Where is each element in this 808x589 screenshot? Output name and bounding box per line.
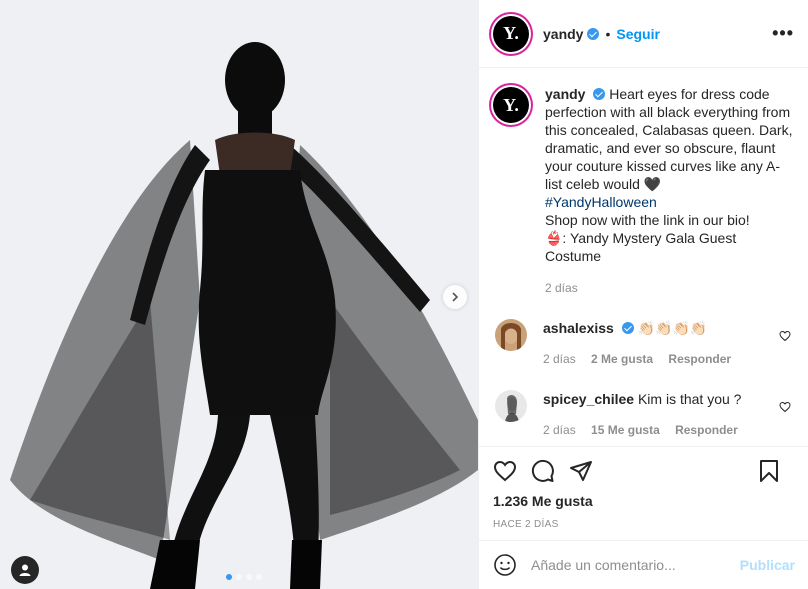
- verified-badge-icon: [621, 322, 634, 334]
- caption-avatar[interactable]: Y.: [493, 87, 529, 123]
- comment-icon[interactable]: [531, 459, 555, 483]
- comment-input[interactable]: [531, 557, 732, 573]
- action-bar: [493, 457, 795, 485]
- comment-meta: 2 días 2 Me gusta Responder: [543, 350, 731, 368]
- caption-text-block: yandy Heart eyes for dress code perfecti…: [545, 85, 795, 297]
- post-panel: Y. yandy • Seguir ••• Y. yandy Heart eye…: [478, 0, 808, 589]
- author-username[interactable]: yandy: [543, 26, 583, 42]
- comment-item: ashalexiss 👏🏻👏🏻👏🏻👏🏻 2 días 2 Me gusta Re…: [493, 319, 795, 368]
- comment-username[interactable]: ashalexiss: [543, 320, 614, 336]
- avatar-photo: [495, 390, 527, 422]
- comment-time: 2 días: [543, 423, 576, 437]
- carousel-dot: [246, 574, 252, 580]
- commenter-avatar[interactable]: [495, 319, 527, 351]
- emoji-icon[interactable]: [493, 553, 517, 577]
- comment-body: spicey_chilee Kim is that you ? 2 días 1…: [543, 390, 741, 439]
- carousel-dot: [256, 574, 262, 580]
- carousel-indicator: [226, 574, 262, 580]
- post-caption: Y. yandy Heart eyes for dress code perfe…: [493, 85, 795, 297]
- caption-product-line: 👙: Yandy Mystery Gala Guest Costume: [545, 230, 737, 264]
- separator: •: [605, 25, 611, 42]
- post-actions: 1.236 Me gusta HACE 2 DÍAS: [479, 446, 808, 530]
- bookmark-icon[interactable]: [757, 459, 781, 483]
- comment-time: 2 días: [543, 352, 576, 366]
- comment-likes[interactable]: 2 Me gusta: [591, 352, 653, 366]
- avatar-logo: Y.: [503, 94, 519, 115]
- comment-text: 👏🏻👏🏻👏🏻👏🏻: [637, 320, 708, 336]
- heart-icon[interactable]: [493, 459, 517, 483]
- like-comment-icon[interactable]: [779, 400, 791, 416]
- post-photo: [0, 0, 478, 589]
- post-timestamp: HACE 2 DÍAS: [493, 519, 559, 530]
- comment-item: spicey_chilee Kim is that you ? 2 días 1…: [493, 390, 795, 439]
- avatar-photo: [495, 319, 527, 351]
- caption-time: 2 días: [545, 281, 578, 295]
- tagged-users-button[interactable]: [11, 556, 39, 584]
- publish-button[interactable]: Publicar: [740, 557, 795, 573]
- post-media[interactable]: [0, 0, 478, 589]
- next-slide-button[interactable]: [443, 285, 467, 309]
- user-icon: [19, 564, 31, 576]
- comment-body: ashalexiss 👏🏻👏🏻👏🏻👏🏻 2 días 2 Me gusta Re…: [543, 319, 731, 368]
- caption-shop-line: Shop now with the link in our bio!: [545, 212, 750, 228]
- reply-button[interactable]: Responder: [675, 423, 738, 437]
- caption-username[interactable]: yandy: [545, 86, 585, 102]
- chevron-right-icon: [452, 292, 459, 302]
- verified-badge-icon: [593, 88, 606, 100]
- add-comment-bar: Publicar: [479, 540, 808, 589]
- comments-section[interactable]: Y. yandy Heart eyes for dress code perfe…: [479, 69, 808, 446]
- carousel-dot: [236, 574, 242, 580]
- follow-button[interactable]: Seguir: [616, 26, 660, 42]
- reply-button[interactable]: Responder: [668, 352, 731, 366]
- comment-meta: 2 días 15 Me gusta Responder: [543, 421, 741, 439]
- avatar-logo: Y.: [503, 23, 519, 43]
- share-icon[interactable]: [569, 459, 593, 483]
- commenter-avatar[interactable]: [495, 390, 527, 422]
- likes-count[interactable]: 1.236 Me gusta: [493, 493, 795, 509]
- post-header: Y. yandy • Seguir •••: [479, 0, 808, 68]
- comment-text: Kim is that you ?: [637, 391, 742, 407]
- like-comment-icon[interactable]: [779, 329, 791, 345]
- carousel-dot: [226, 574, 232, 580]
- comment-username[interactable]: spicey_chilee: [543, 391, 634, 407]
- author-avatar[interactable]: Y.: [493, 15, 529, 52]
- more-options-icon[interactable]: •••: [772, 23, 794, 44]
- verified-badge-icon: [587, 27, 600, 40]
- hashtag-link[interactable]: #YandyHalloween: [545, 194, 657, 210]
- comment-likes[interactable]: 15 Me gusta: [591, 423, 660, 437]
